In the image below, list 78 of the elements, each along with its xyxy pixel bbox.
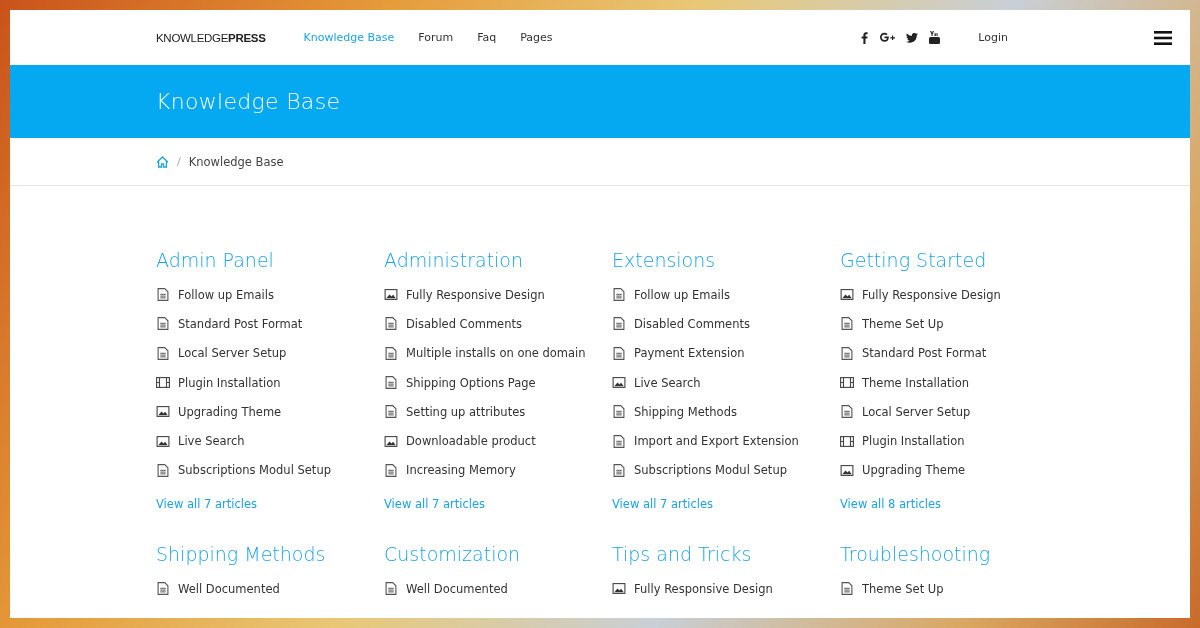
image-icon — [612, 377, 626, 389]
document-icon — [840, 317, 854, 331]
document-icon — [612, 405, 626, 419]
facebook-icon[interactable] — [861, 31, 869, 44]
article-link[interactable]: Disabled Comments — [634, 316, 750, 331]
document-icon — [612, 346, 626, 360]
article-link[interactable]: Standard Post Format — [862, 346, 987, 361]
login-link[interactable]: Login — [978, 31, 1008, 44]
menu-icon[interactable] — [1154, 30, 1172, 45]
image-icon — [840, 289, 854, 301]
film-icon — [840, 435, 854, 447]
image-icon — [156, 406, 170, 418]
document-icon — [384, 317, 398, 331]
image-icon — [384, 435, 398, 447]
article-link[interactable]: Subscriptions Modul Setup — [634, 463, 787, 478]
article-link[interactable]: Theme Installation — [862, 375, 969, 390]
document-icon — [384, 405, 398, 419]
article-link[interactable]: Live Search — [178, 434, 245, 449]
breadcrumb-current: Knowledge Base — [188, 154, 284, 169]
breadcrumb-separator: / — [177, 155, 181, 168]
document-icon — [384, 346, 398, 360]
article-link[interactable]: Downloadable product — [406, 434, 536, 449]
image-icon — [612, 583, 626, 595]
article-link[interactable]: Subscriptions Modul Setup — [178, 463, 331, 478]
document-icon — [156, 288, 170, 302]
document-icon — [156, 346, 170, 360]
document-icon — [612, 434, 626, 448]
document-icon — [612, 317, 626, 331]
bird-icon[interactable] — [906, 32, 919, 43]
article-link[interactable]: Shipping Methods — [634, 404, 737, 419]
article-link[interactable]: Fully Responsive Design — [862, 287, 1001, 302]
article-link[interactable]: Local Server Setup — [862, 404, 971, 419]
home-icon[interactable] — [156, 155, 169, 168]
article-link[interactable]: Standard Post Format — [178, 316, 303, 331]
article-link[interactable]: Disabled Comments — [406, 316, 522, 331]
document-icon — [612, 463, 626, 477]
article-link[interactable]: Well Documented — [406, 581, 508, 596]
article-link[interactable]: Well Documented — [178, 581, 280, 596]
article-link[interactable]: Follow up Emails — [178, 287, 274, 302]
article-link[interactable]: Multiple installs on one domain — [406, 346, 586, 361]
document-icon — [156, 317, 170, 331]
article-link[interactable]: Increasing Memory — [406, 463, 516, 478]
youtube-icon[interactable] — [929, 31, 941, 44]
film-icon — [840, 377, 854, 389]
article-link[interactable]: Theme Set Up — [862, 316, 944, 331]
document-icon — [612, 288, 626, 302]
document-icon — [840, 582, 854, 596]
article-link[interactable]: Setting up attributes — [406, 404, 526, 419]
article-link[interactable]: Plugin Installation — [862, 434, 965, 449]
document-icon — [384, 463, 398, 477]
article-link[interactable]: Payment Extension — [634, 346, 745, 361]
article-link[interactable]: Upgrading Theme — [862, 463, 966, 478]
article-link[interactable]: Plugin Installation — [178, 375, 281, 390]
google-plus-icon[interactable] — [879, 32, 896, 43]
article-link[interactable]: Import and Export Extension — [634, 434, 799, 449]
article-link[interactable]: Shipping Options Page — [406, 375, 536, 390]
article-link[interactable]: Live Search — [634, 375, 701, 390]
article-link[interactable]: Upgrading Theme — [178, 404, 282, 419]
page-title: Knowledge Base — [156, 89, 341, 114]
article-link[interactable]: Local Server Setup — [178, 346, 287, 361]
document-icon — [840, 405, 854, 419]
film-icon — [156, 377, 170, 389]
document-icon — [840, 346, 854, 360]
document-icon — [156, 582, 170, 596]
article-link[interactable]: Follow up Emails — [634, 287, 730, 302]
image-icon — [156, 435, 170, 447]
image-icon — [384, 289, 398, 301]
document-icon — [156, 463, 170, 477]
article-link[interactable]: Fully Responsive Design — [406, 287, 545, 302]
nav-link[interactable]: Forum — [418, 31, 454, 44]
document-icon — [384, 582, 398, 596]
site-logo[interactable]: KNOWLEDGEPRESS — [156, 31, 266, 44]
article-link[interactable]: Theme Set Up — [862, 581, 944, 596]
document-icon — [384, 376, 398, 390]
article-link[interactable]: Fully Responsive Design — [634, 581, 773, 596]
image-icon — [840, 464, 854, 476]
nav-link[interactable]: Faq — [477, 31, 497, 44]
nav-link[interactable]: Pages — [520, 31, 553, 44]
